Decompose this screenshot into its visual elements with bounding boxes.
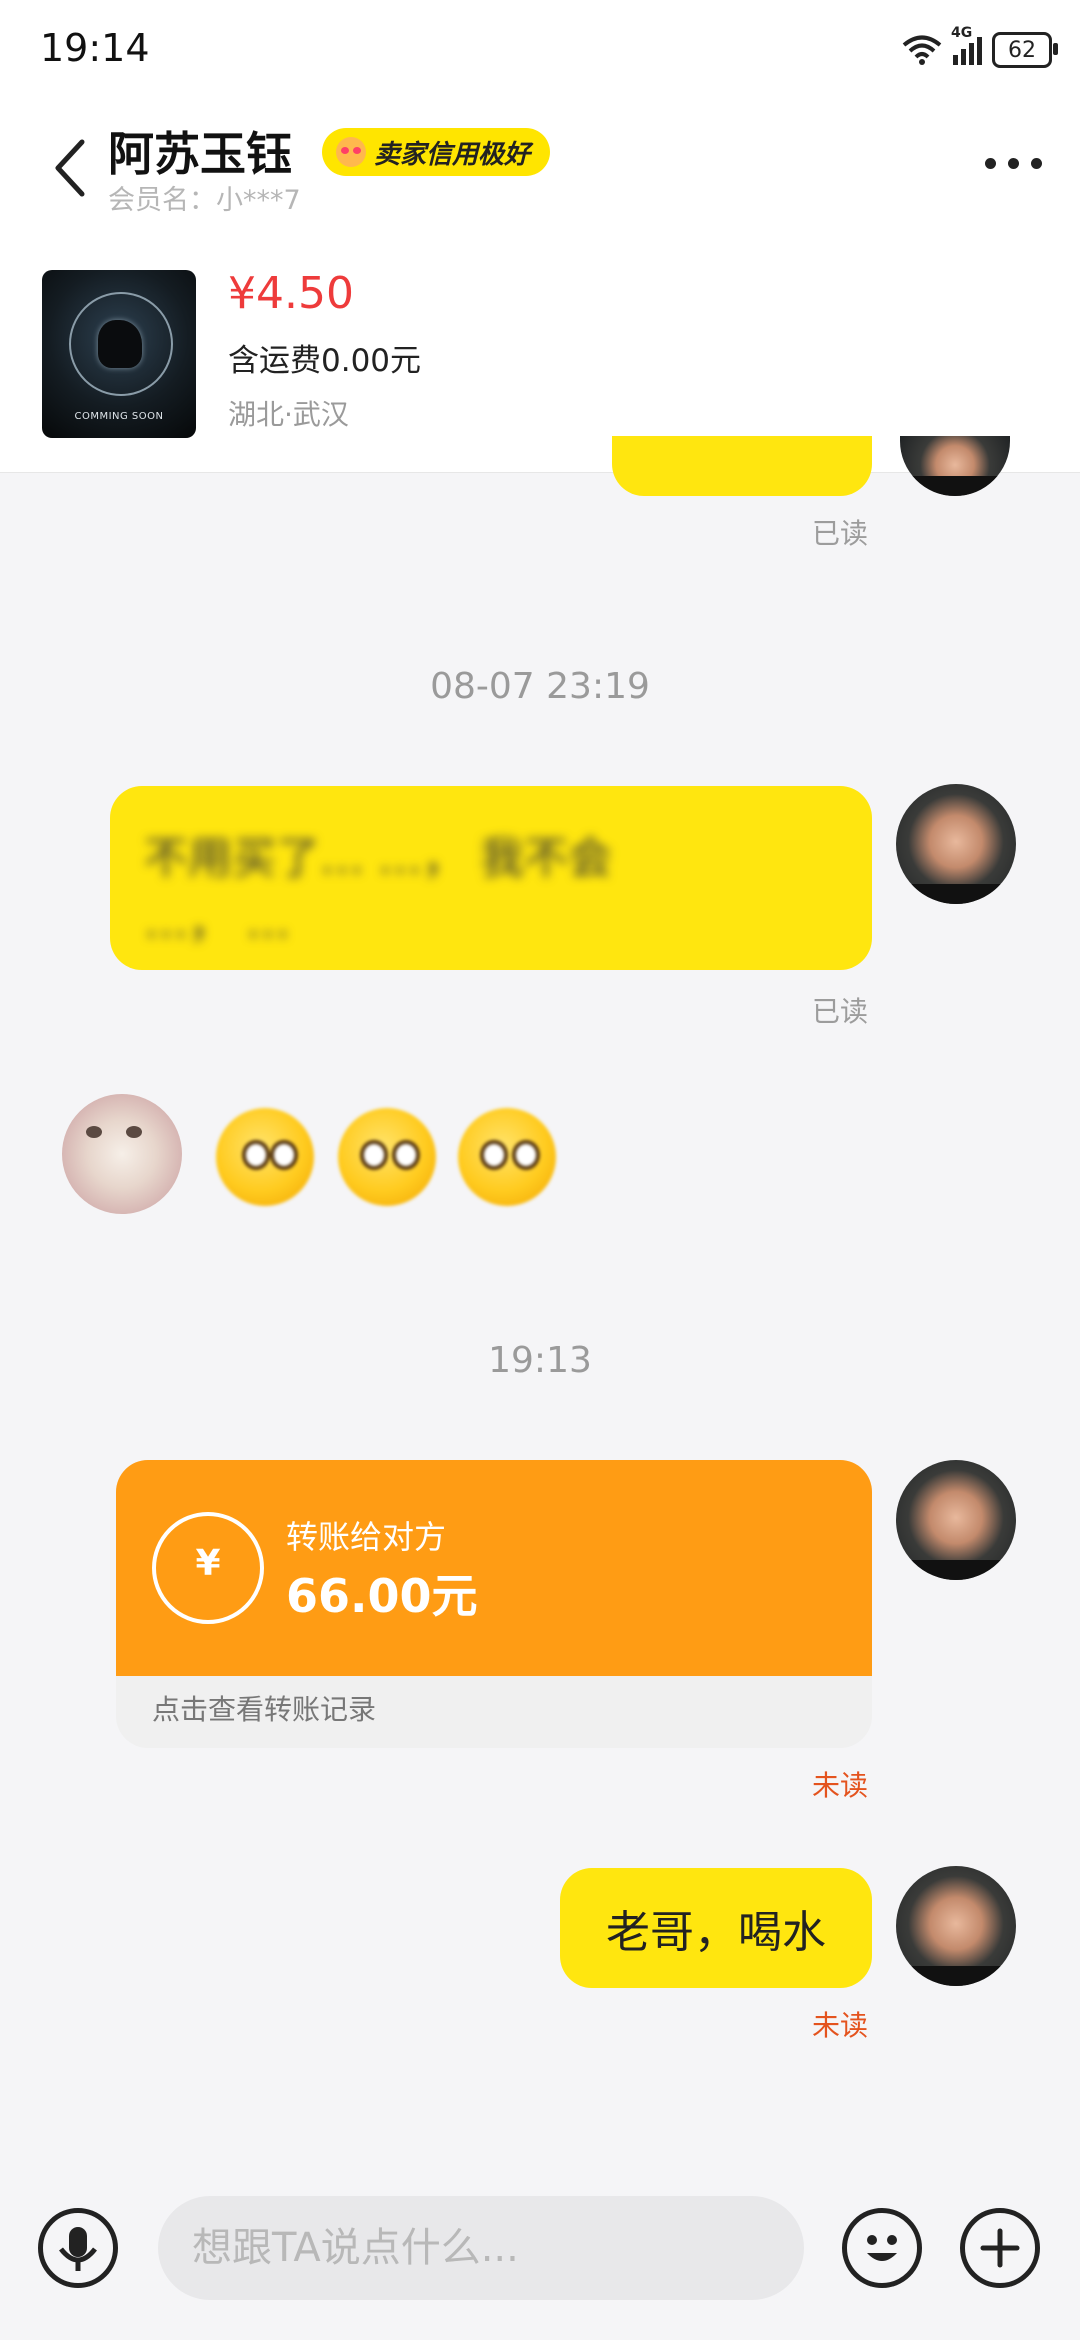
more-options-icon[interactable] xyxy=(985,158,1042,169)
chick-emoji-icon xyxy=(458,1108,556,1206)
my-avatar[interactable] xyxy=(896,1460,1016,1580)
blurred-message-line: 不用买了… …， 我不会 xyxy=(144,833,612,884)
cellular-signal-icon: 4G xyxy=(951,25,982,65)
unread-status: 未读 xyxy=(812,1769,869,1802)
my-avatar[interactable] xyxy=(896,1866,1016,1986)
network-type: 4G xyxy=(951,25,973,41)
more-actions-button[interactable] xyxy=(960,2208,1040,2288)
member-name: 会员名：小***7 xyxy=(108,185,301,216)
yen-transfer-icon: ¥ xyxy=(152,1512,264,1624)
heart-eyes-emoji-icon xyxy=(336,137,366,167)
timestamp: 08-07 23:19 xyxy=(430,666,650,707)
unread-status: 未读 xyxy=(812,2009,869,2042)
status-time: 19:14 xyxy=(40,26,150,70)
plus-icon xyxy=(980,2228,1020,2268)
microphone-icon xyxy=(59,2227,97,2271)
transfer-amount: 66.00元 xyxy=(286,1569,478,1623)
transfer-title: 转账给对方 xyxy=(286,1518,447,1556)
product-price: ¥4.50 xyxy=(228,268,354,319)
voice-input-button[interactable] xyxy=(38,2208,118,2288)
smiley-icon xyxy=(867,2235,897,2261)
chick-emoji-icon xyxy=(216,1108,314,1206)
blurred-message-line: …， … xyxy=(144,897,290,948)
thumbnail-caption: COMMING SOON xyxy=(74,411,164,422)
chat-bubble[interactable]: 老哥，喝水 xyxy=(560,1868,872,1988)
other-avatar[interactable] xyxy=(62,1094,182,1214)
my-avatar-partial[interactable] xyxy=(900,436,1010,496)
product-location: 湖北·武汉 xyxy=(228,398,349,431)
my-avatar[interactable] xyxy=(896,784,1016,904)
shipping-info: 含运费0.00元 xyxy=(228,343,422,379)
seller-credit-badge[interactable]: 卖家信用极好 xyxy=(322,128,551,176)
chick-emoji-icon xyxy=(338,1108,436,1206)
back-arrow-icon[interactable] xyxy=(50,138,90,198)
chat-bubble-blurred[interactable]: 不用买了… …， 我不会 …， … xyxy=(110,786,872,970)
status-icons: 4G 62 xyxy=(901,25,1058,72)
read-status: 已读 xyxy=(812,517,869,550)
read-status: 已读 xyxy=(812,995,869,1028)
transfer-record-link[interactable]: 点击查看转账记录 xyxy=(152,1688,376,1728)
sticker-message[interactable] xyxy=(212,1102,572,1212)
transfer-card[interactable]: ¥ 转账给对方 66.00元 点击查看转账记录 xyxy=(116,1460,872,1748)
emoji-button[interactable] xyxy=(842,2208,922,2288)
timestamp: 19:13 xyxy=(488,1340,592,1381)
battery-icon: 62 xyxy=(992,32,1058,68)
badge-label: 卖家信用极好 xyxy=(374,139,531,170)
message-input[interactable]: 想跟TA说点什么... xyxy=(158,2196,804,2300)
wifi-icon xyxy=(902,35,942,65)
chat-bubble-partial[interactable] xyxy=(612,436,872,496)
product-thumbnail[interactable]: COMMING SOON xyxy=(42,270,196,438)
message-text: 老哥，喝水 xyxy=(606,1907,826,1958)
battery-level: 62 xyxy=(1008,37,1036,63)
contact-name[interactable]: 阿苏玉钰 xyxy=(108,118,292,184)
